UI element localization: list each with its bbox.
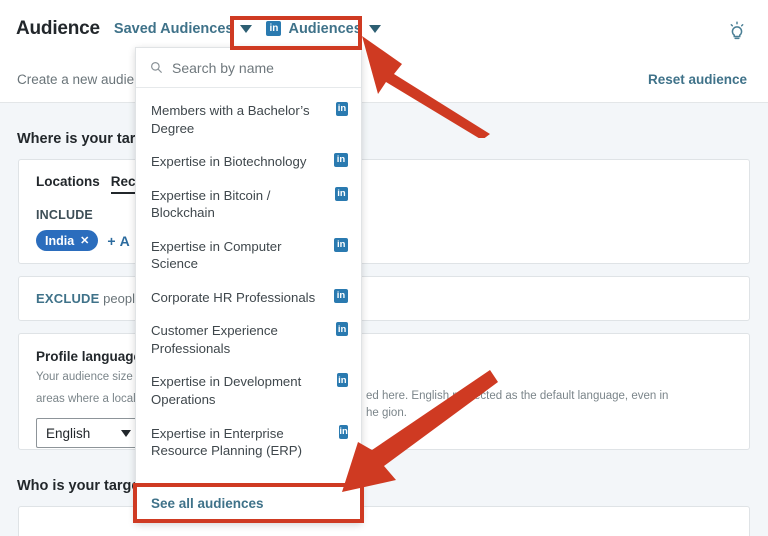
list-item-label: Members with a Bachelor’s Degree: [151, 103, 310, 136]
list-item-label: Expertise in Computer Science: [151, 238, 282, 272]
list-item-label: Expertise in Bitcoin / Blockchain: [151, 187, 271, 221]
search-input[interactable]: Search by name: [136, 48, 361, 88]
desc-right-2: he gion.: [366, 406, 407, 419]
list-item-label: Expertise in Development Operations: [151, 374, 302, 408]
locations-card: Locations Recen INCLUDE India ✕ + A: [18, 159, 750, 264]
linkedin-icon: in: [339, 424, 348, 439]
saved-audiences-label: Saved Audiences: [113, 20, 234, 37]
app-root: Audience Saved Audiences in Audiences Cr…: [0, 0, 768, 536]
tab-locations[interactable]: Locations: [36, 174, 100, 194]
exclude-strong: EXCLUDE: [36, 291, 100, 306]
plus-icon: +: [107, 232, 116, 249]
list-item-label: Expertise in Enterprise Resource Plannin…: [151, 425, 302, 459]
main-content: Where is your targe Locations Recen INCL…: [0, 103, 768, 536]
exclude-row: EXCLUDE peopl: [36, 291, 135, 306]
saved-audiences-dropdown[interactable]: Saved Audiences: [114, 21, 253, 37]
linkedin-icon: in: [334, 153, 348, 168]
desc-right-1: ed here. English m elected as the defaul…: [366, 390, 669, 402]
desc-left-1: Your audience size: [36, 371, 133, 383]
subheader-bar: Create a new audie Reset audience: [0, 57, 768, 103]
chevron-down-icon: [240, 24, 253, 33]
list-item[interactable]: Expertise in Development Operations in: [136, 365, 361, 416]
reset-audience-button[interactable]: Reset audience: [648, 72, 747, 87]
page-title: Audience: [16, 17, 100, 39]
exclude-card[interactable]: EXCLUDE peopl: [18, 276, 750, 321]
profile-language-desc-right: ed here. English m elected as the defaul…: [366, 388, 761, 421]
add-locations-button[interactable]: + A: [107, 233, 129, 249]
list-item[interactable]: Expertise in Biotechnology in: [136, 145, 361, 179]
audiences-label: Audiences: [288, 20, 362, 37]
list-item-label: Expertise in Biotechnology: [151, 154, 307, 170]
where-target-heading: Where is your targe: [17, 131, 153, 147]
exclude-rest: peopl: [103, 291, 135, 306]
list-item[interactable]: Expertise in Enterprise Resource Plannin…: [136, 417, 361, 468]
audiences-dropdown-panel: Search by name Members with a Bachelor’s…: [135, 47, 362, 523]
list-item[interactable]: Corporate HR Professionals in: [136, 281, 361, 315]
linkedin-icon: in: [334, 186, 348, 201]
chevron-down-icon: [121, 429, 131, 437]
see-all-audiences-link[interactable]: See all audiences: [136, 484, 361, 522]
list-item-label: Customer Experience Professionals: [151, 323, 278, 356]
list-item[interactable]: Expertise in Computer Science in: [136, 230, 361, 281]
audiences-dropdown-toggle[interactable]: in Audiences: [266, 20, 381, 37]
search-placeholder: Search by name: [172, 59, 274, 76]
list-item-label: Corporate HR Professionals: [151, 289, 316, 305]
linkedin-icon: in: [336, 322, 348, 337]
location-chip-india[interactable]: India ✕: [36, 230, 99, 251]
language-select[interactable]: English: [36, 418, 141, 449]
list-item[interactable]: Members with a Bachelor’s Degree in: [136, 94, 361, 145]
locations-tabs: Locations Recen: [19, 160, 749, 194]
create-new-audience-text: Create a new audie: [17, 72, 135, 87]
linkedin-icon: in: [334, 237, 348, 252]
desc-left-2: areas where a local: [36, 392, 136, 405]
chip-label: India: [45, 233, 75, 248]
audiences-list: Members with a Bachelor’s Degree in Expe…: [136, 88, 361, 484]
linkedin-icon: in: [334, 288, 348, 303]
close-icon[interactable]: ✕: [80, 234, 89, 247]
language-selected-value: English: [46, 425, 91, 441]
lightbulb-icon[interactable]: [726, 20, 748, 42]
who-target-card: [18, 506, 750, 536]
who-target-heading: Who is your target: [17, 478, 145, 494]
search-icon: [151, 62, 163, 74]
list-item[interactable]: Customer Experience Professionals in: [136, 314, 361, 365]
linkedin-icon: in: [335, 102, 348, 116]
add-label: A: [119, 232, 130, 249]
page-header: Audience Saved Audiences in Audiences: [0, 0, 768, 57]
linkedin-icon: in: [336, 373, 348, 388]
list-item[interactable]: Expertise in Bitcoin / Blockchain in: [136, 179, 361, 230]
linkedin-icon: in: [266, 21, 282, 36]
chevron-down-icon: [368, 24, 381, 33]
